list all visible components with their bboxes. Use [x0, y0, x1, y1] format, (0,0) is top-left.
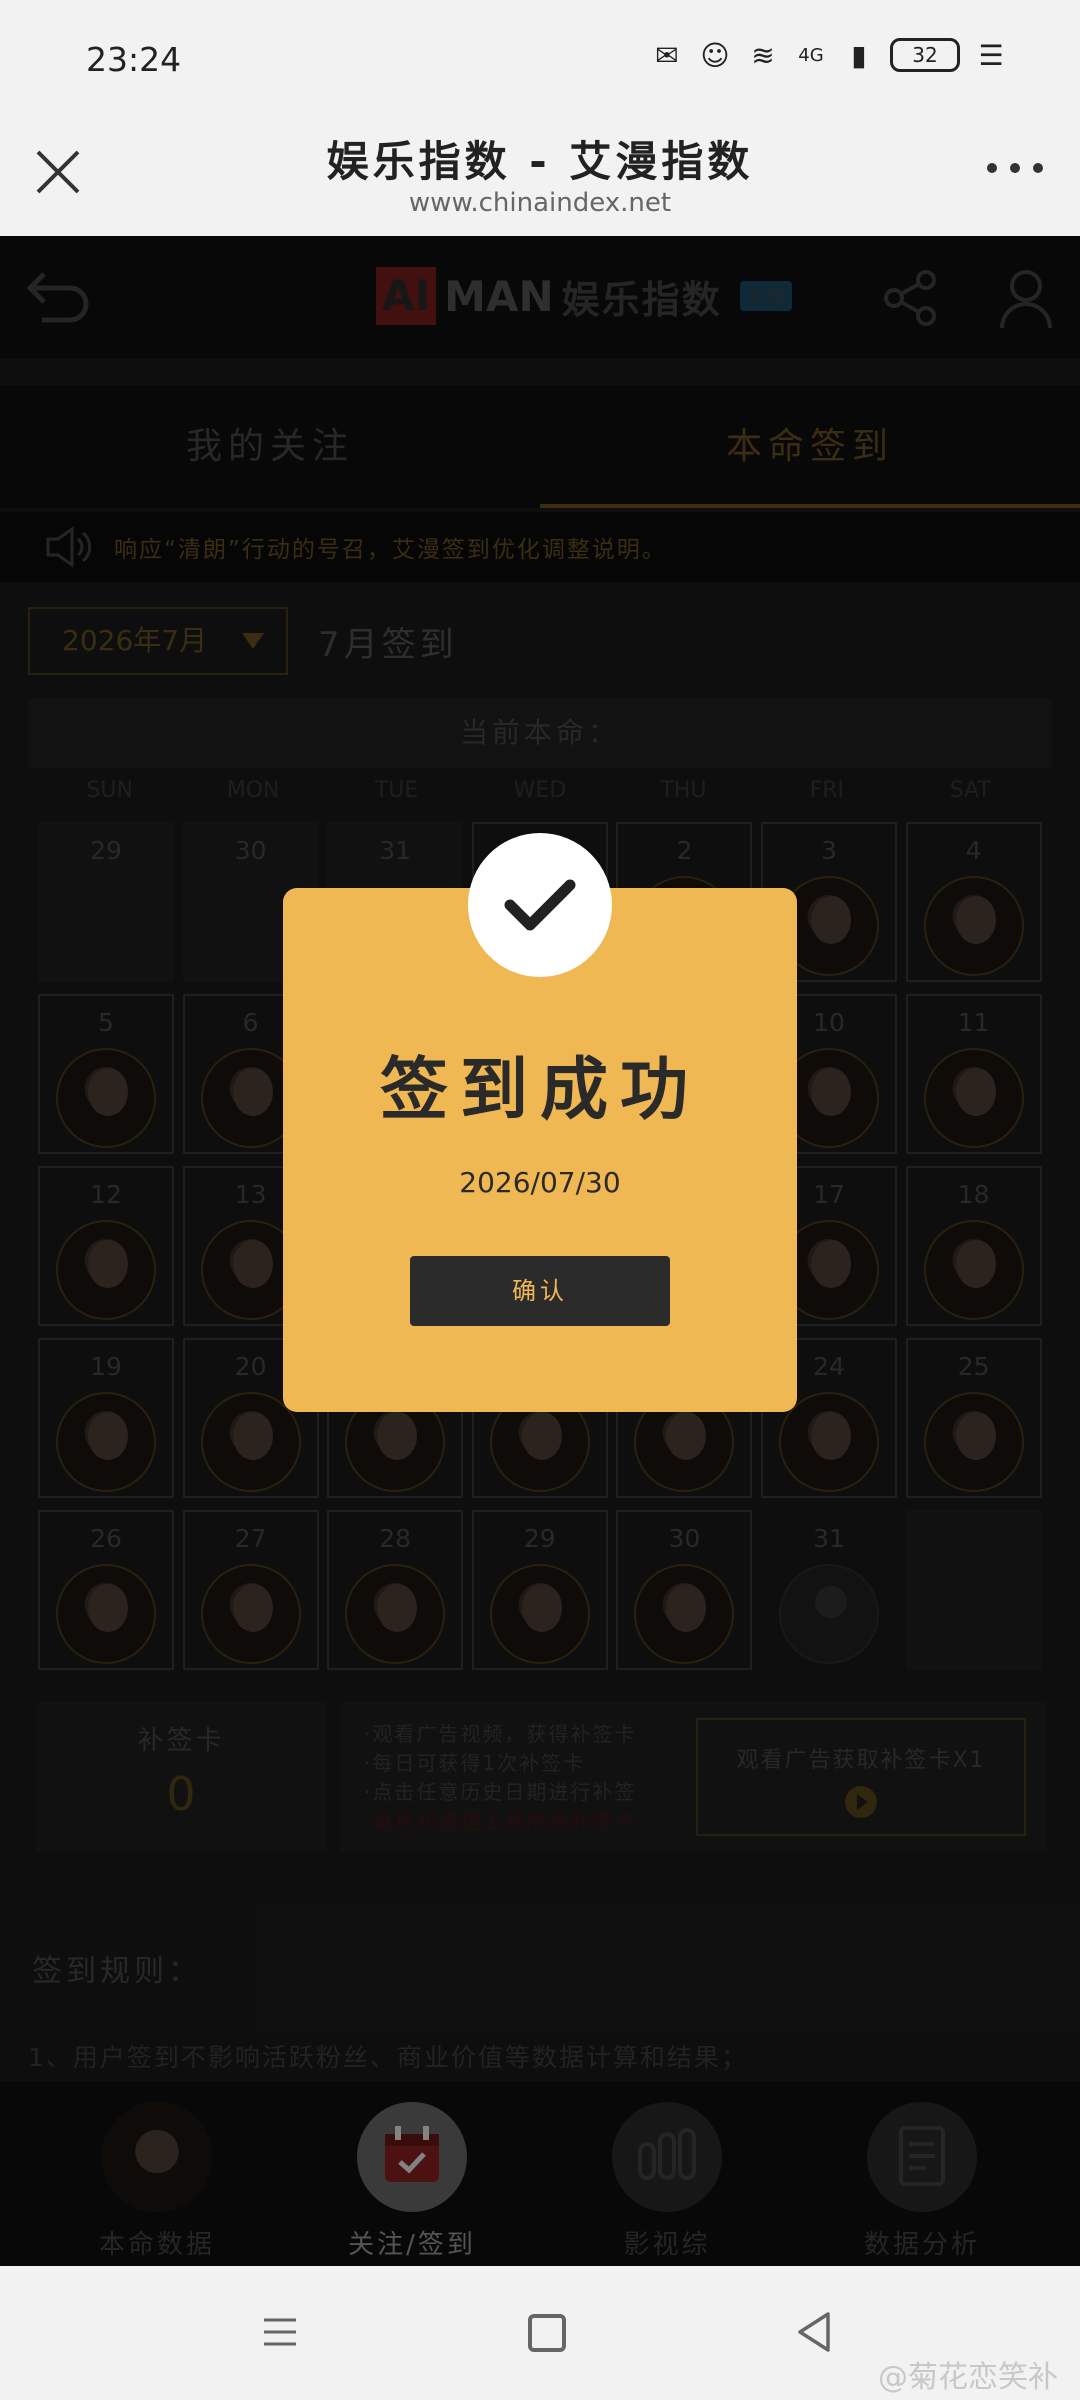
- dialog-title: 签到成功: [379, 1050, 700, 1130]
- notification-icon: ✉: [655, 38, 679, 72]
- confirm-button[interactable]: 确认: [410, 1256, 670, 1326]
- checkmark-icon: [468, 833, 612, 977]
- browser-title-bar: 娱乐指数 - 艾漫指数 www.chinaindex.net: [0, 118, 1080, 236]
- home-icon[interactable]: [528, 2314, 566, 2352]
- page-title: 娱乐指数 - 艾漫指数: [326, 137, 754, 186]
- cat-icon: ☺: [700, 38, 730, 72]
- network-label: 4G: [798, 44, 824, 66]
- menu-icon[interactable]: [262, 2314, 298, 2350]
- pancake-icon: ☰: [978, 38, 1004, 72]
- status-bar: 23:24 ✉ ☺ ≋ 4G ▮ 32 ☰: [0, 0, 1080, 118]
- page-url: www.chinaindex.net: [408, 188, 672, 218]
- back-triangle-icon[interactable]: [794, 2310, 834, 2354]
- wifi-icon: ≋: [751, 38, 775, 72]
- more-icon[interactable]: [980, 148, 1050, 188]
- checkin-success-dialog: 签到成功 2026/07/30 确认: [283, 833, 797, 1412]
- signal-icon: ▮: [851, 38, 867, 72]
- dialog-date: 2026/07/30: [459, 1166, 621, 1199]
- status-time: 23:24: [86, 40, 182, 79]
- watermark: @菊花恋笑补: [878, 2360, 1058, 2395]
- status-icons: ✉ ☺ ≋ 4G ▮ 32 ☰: [650, 38, 1008, 72]
- battery-icon: 32: [890, 38, 960, 72]
